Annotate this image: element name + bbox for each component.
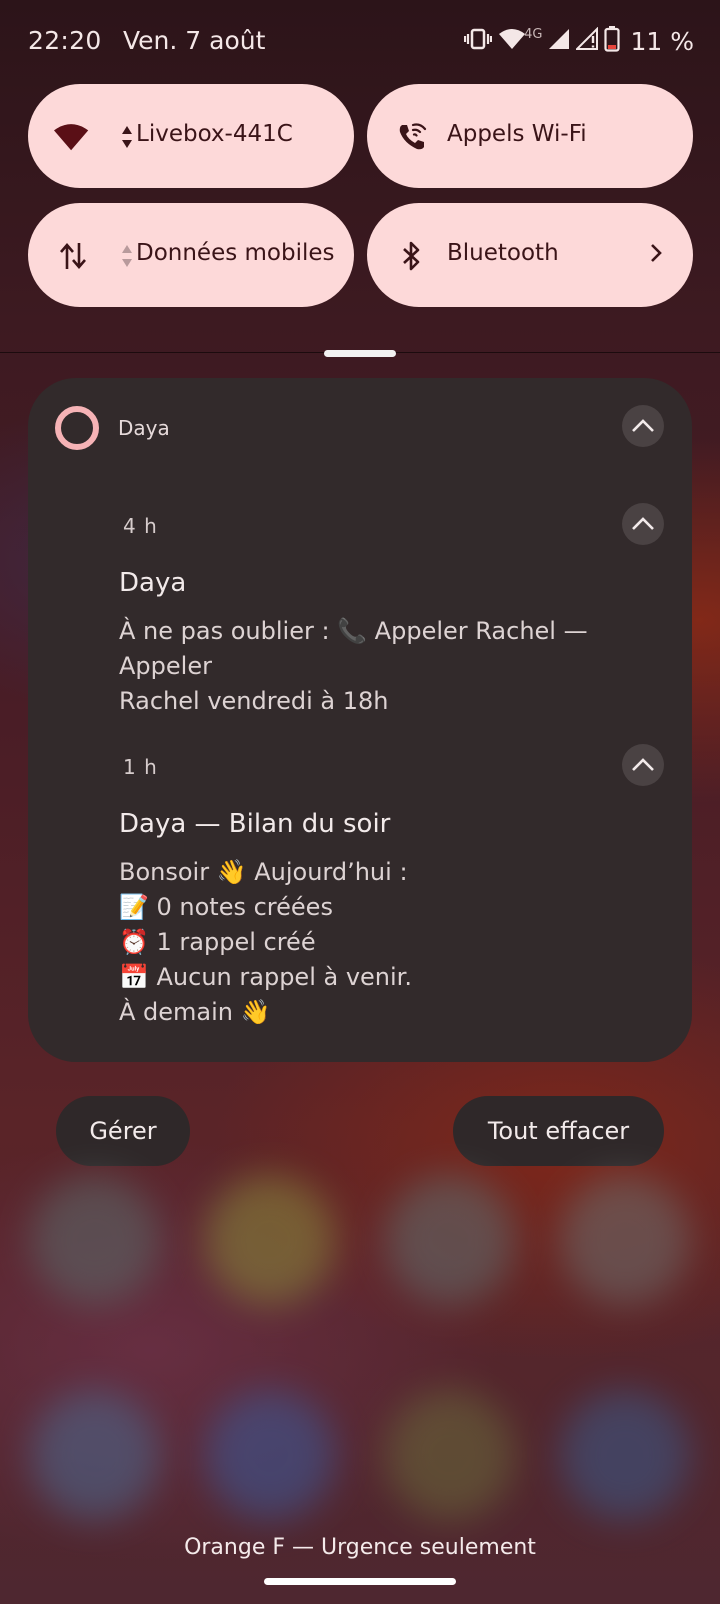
data-activity-icon [122, 245, 132, 271]
status-date: Ven. 7 août [123, 26, 266, 55]
network-type-label: 4G [524, 26, 543, 42]
carrier-status: Orange F — Urgence seulement [184, 1535, 536, 1560]
app-icon [55, 406, 99, 450]
blurred-app-icon [30, 1390, 160, 1520]
gesture-nav-handle[interactable] [264, 1578, 456, 1585]
cell-signal-icon [548, 27, 570, 55]
body-line: 📝 0 notes créées [119, 893, 333, 921]
mobile-data-icon [54, 237, 92, 275]
body-line: Rachel vendredi à 18h [119, 687, 389, 715]
notification-title: Daya [119, 568, 187, 598]
bluetooth-icon [393, 237, 431, 275]
notification-time: 1 h [123, 755, 158, 779]
collapse-notification-button[interactable] [622, 503, 664, 545]
manage-button[interactable]: Gérer [56, 1096, 190, 1166]
collapse-notification-button[interactable] [622, 744, 664, 786]
tile-label: Données mobiles [136, 240, 335, 266]
tile-wifi[interactable]: Livebox-441C [28, 84, 354, 188]
body-line: Bonsoir 👋 Aujourd’hui : [119, 858, 408, 886]
tile-bluetooth[interactable]: Bluetooth [367, 203, 693, 307]
body-line: ⏰ 1 rappel créé [119, 928, 316, 956]
wifi-calling-icon [393, 118, 431, 156]
chevron-up-icon [632, 758, 654, 771]
wifi-activity-icon [122, 126, 132, 152]
app-name: Daya [118, 416, 170, 440]
body-line: À demain 👋 [119, 998, 271, 1026]
notification-body[interactable]: Bonsoir 👋 Aujourd’hui : 📝 0 notes créées… [119, 855, 679, 1030]
tile-label: Livebox-441C [136, 121, 293, 147]
body-line: 📅 Aucun rappel à venir. [119, 963, 412, 991]
blurred-app-icon [385, 1390, 515, 1520]
cell-signal-noservice-icon [575, 26, 599, 55]
wifi-icon [54, 118, 92, 156]
blurred-app-icon [560, 1390, 690, 1520]
status-icons: 4G 11 % [464, 24, 694, 58]
blurred-app-icon [560, 1175, 690, 1305]
blurred-app-icon [30, 1175, 160, 1305]
blurred-app-icon [385, 1175, 515, 1305]
chevron-up-icon [632, 517, 654, 530]
body-line: À ne pas oublier : 📞 Appeler Rachel — Ap… [119, 617, 588, 680]
vibrate-icon [464, 27, 493, 55]
notification-body[interactable]: À ne pas oublier : 📞 Appeler Rachel — Ap… [119, 614, 679, 719]
collapse-group-button[interactable] [622, 405, 664, 447]
chevron-right-icon[interactable] [649, 241, 663, 269]
tile-label: Bluetooth [447, 240, 559, 266]
wifi-icon [498, 27, 526, 55]
status-time: 22:20 [28, 26, 102, 55]
chevron-up-icon [632, 419, 654, 432]
tile-wifi-calling[interactable]: Appels Wi-Fi [367, 84, 693, 188]
battery-percent: 11 % [630, 26, 694, 56]
status-bar: 22:20 Ven. 7 août 4G 11 % [0, 0, 720, 84]
blurred-app-icon [205, 1175, 335, 1305]
blurred-app-icon [205, 1390, 335, 1520]
notification-time: 4 h [123, 514, 158, 538]
tile-mobile-data[interactable]: Données mobiles [28, 203, 354, 307]
notification-title: Daya — Bilan du soir [119, 809, 391, 839]
shade-drag-handle[interactable] [324, 350, 396, 357]
battery-low-icon [604, 26, 621, 56]
clear-all-button[interactable]: Tout effacer [453, 1096, 664, 1166]
tile-label: Appels Wi-Fi [447, 121, 587, 147]
